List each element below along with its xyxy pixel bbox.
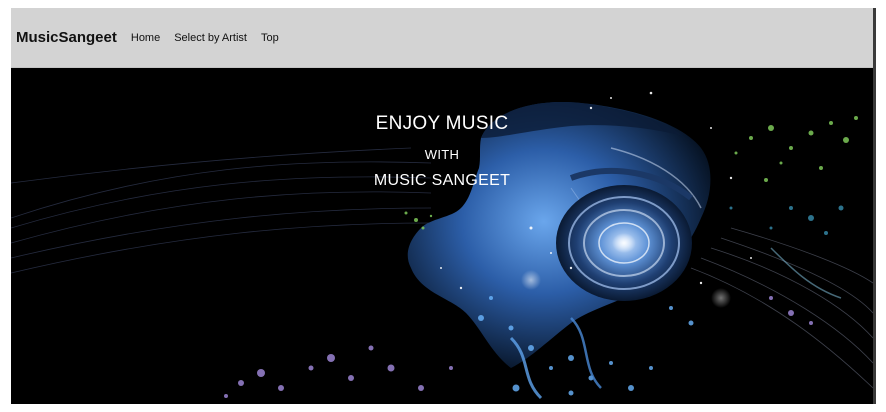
nav-link-home[interactable]: Home xyxy=(131,32,160,44)
hero-subtitle-with: WITH xyxy=(424,147,460,162)
hero-banner: ENJOY MUSIC WITH MUSIC SANGEET xyxy=(11,68,873,404)
hero-subtitle-brand: MUSIC SANGEET xyxy=(373,172,511,189)
nav-link-select-by-artist[interactable]: Select by Artist xyxy=(174,32,247,44)
hero-title: ENJOY MUSIC xyxy=(375,113,509,134)
flowing-lines-right xyxy=(690,227,873,389)
nav-link-top[interactable]: Top xyxy=(261,32,279,44)
browser-viewport: MusicSangeet Home Select by Artist Top E… xyxy=(11,8,873,404)
page-right-border xyxy=(873,8,876,404)
brand-logo-link[interactable]: MusicSangeet xyxy=(16,29,117,46)
flowing-lines-left xyxy=(11,147,432,274)
top-navbar: MusicSangeet Home Select by Artist Top xyxy=(11,8,873,68)
